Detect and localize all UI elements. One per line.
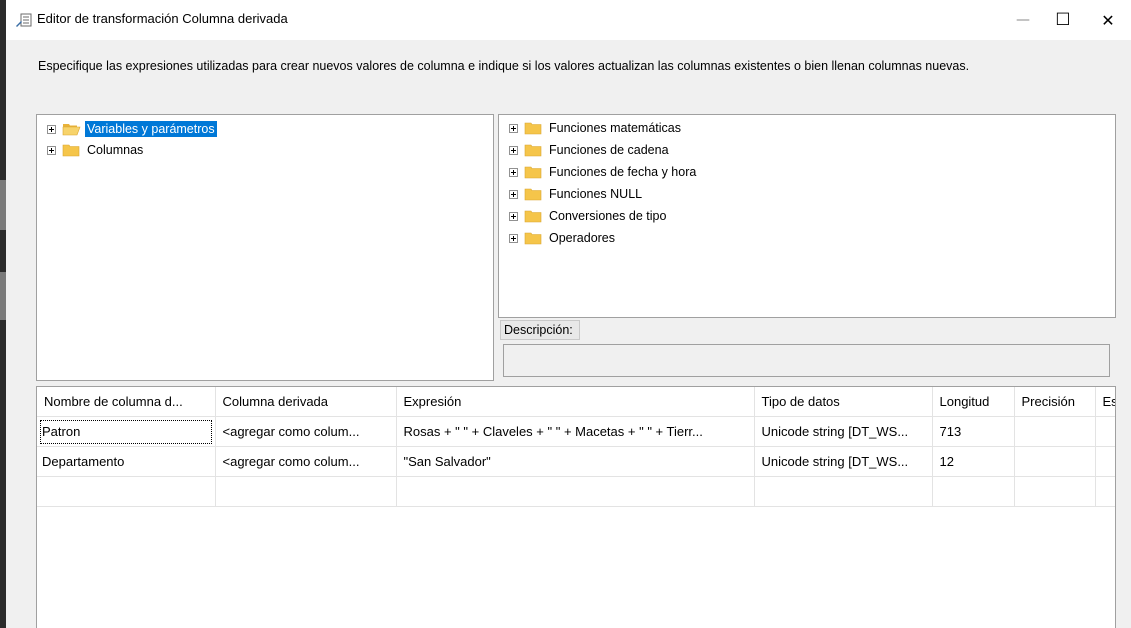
tree-item-string-functions[interactable]: Funciones de cadena xyxy=(509,140,671,160)
variables-columns-tree[interactable]: Variables y parámetros Columnas xyxy=(36,114,494,381)
description-label: Descripción: xyxy=(500,320,580,340)
cell-derived-column[interactable] xyxy=(215,476,397,507)
tree-item-type-casts[interactable]: Conversiones de tipo xyxy=(509,206,668,226)
tree-item-label: Funciones matemáticas xyxy=(549,121,682,135)
folder-icon xyxy=(524,210,542,223)
tree-item-operators[interactable]: Operadores xyxy=(509,228,617,248)
cell-datatype[interactable] xyxy=(754,476,933,507)
cell-scale[interactable] xyxy=(1095,476,1115,507)
column-header-scale[interactable]: Es xyxy=(1095,387,1115,417)
cell-precision[interactable] xyxy=(1014,416,1096,447)
folder-icon xyxy=(524,232,542,245)
folder-icon xyxy=(524,122,542,135)
table-row-empty[interactable] xyxy=(37,476,1115,507)
tree-item-label: Funciones NULL xyxy=(549,187,643,201)
table-row[interactable]: Patron <agregar como colum... Rosas + " … xyxy=(37,416,1115,447)
tree-item-variables[interactable]: Variables y parámetros xyxy=(47,119,217,139)
cell-length[interactable]: 713 xyxy=(932,416,1015,447)
app-icon xyxy=(16,13,32,27)
tree-item-label: Operadores xyxy=(549,231,616,245)
cell-expression[interactable] xyxy=(396,476,755,507)
cell-length[interactable] xyxy=(932,476,1015,507)
cell-scale[interactable] xyxy=(1095,416,1115,447)
open-folder-icon xyxy=(62,124,81,136)
column-header-name[interactable]: Nombre de columna d... xyxy=(37,387,216,417)
expand-icon[interactable] xyxy=(509,233,518,243)
folder-icon xyxy=(524,144,542,157)
maximize-button[interactable]: ☐ xyxy=(1040,0,1086,40)
instructions-text: Especifique las expresiones utilizadas p… xyxy=(38,59,970,73)
tree-item-label: Funciones de cadena xyxy=(549,143,669,157)
grid-header-row: Nombre de columna d... Columna derivada … xyxy=(37,387,1115,417)
expand-icon[interactable] xyxy=(509,189,518,199)
cell-precision[interactable] xyxy=(1014,476,1096,507)
tree-item-label: Conversiones de tipo xyxy=(549,209,667,223)
cell-length[interactable]: 12 xyxy=(932,446,1015,477)
cell-datatype[interactable]: Unicode string [DT_WS... xyxy=(754,446,933,477)
column-header-datatype[interactable]: Tipo de datos xyxy=(754,387,933,417)
expand-icon[interactable] xyxy=(509,123,518,133)
tree-item-label: Variables y parámetros xyxy=(85,121,217,137)
functions-tree[interactable]: Funciones matemáticas Funciones de caden… xyxy=(498,114,1116,318)
tree-item-label: Funciones de fecha y hora xyxy=(549,165,697,179)
description-box xyxy=(503,344,1110,377)
tree-item-null-functions[interactable]: Funciones NULL xyxy=(509,184,644,204)
tree-item-label: Columnas xyxy=(87,143,144,157)
window-title: Editor de transformación Columna derivad… xyxy=(37,11,288,26)
cell-precision[interactable] xyxy=(1014,446,1096,477)
column-header-length[interactable]: Longitud xyxy=(932,387,1015,417)
expand-icon[interactable] xyxy=(47,124,56,134)
cell-datatype[interactable]: Unicode string [DT_WS... xyxy=(754,416,933,447)
cell-expression[interactable]: "San Salvador" xyxy=(396,446,755,477)
close-button[interactable]: ✕ xyxy=(1085,0,1131,40)
derived-columns-grid[interactable]: Nombre de columna d... Columna derivada … xyxy=(36,386,1116,628)
cell-derived-column[interactable]: <agregar como colum... xyxy=(215,446,397,477)
column-header-expression[interactable]: Expresión xyxy=(396,387,755,417)
tree-item-columnas[interactable]: Columnas xyxy=(47,140,145,160)
edge-mark xyxy=(0,272,6,320)
cell-column-name[interactable]: Patron xyxy=(37,416,216,447)
cell-derived-column[interactable]: <agregar como colum... xyxy=(215,416,397,447)
folder-icon xyxy=(524,166,542,179)
tree-item-math-functions[interactable]: Funciones matemáticas xyxy=(509,118,683,138)
expand-icon[interactable] xyxy=(47,145,56,155)
edge-mark xyxy=(0,180,6,230)
column-header-derived[interactable]: Columna derivada xyxy=(215,387,397,417)
cell-column-name[interactable]: Departamento xyxy=(37,446,216,477)
tree-item-date-functions[interactable]: Funciones de fecha y hora xyxy=(509,162,698,182)
cell-expression[interactable]: Rosas + " " + Claveles + " " + Macetas +… xyxy=(396,416,755,447)
expand-icon[interactable] xyxy=(509,145,518,155)
cell-column-name[interactable] xyxy=(37,476,216,507)
cell-scale[interactable] xyxy=(1095,446,1115,477)
table-row[interactable]: Departamento <agregar como colum... "San… xyxy=(37,446,1115,477)
expand-icon[interactable] xyxy=(509,167,518,177)
folder-icon xyxy=(62,144,80,157)
expand-icon[interactable] xyxy=(509,211,518,221)
column-header-precision[interactable]: Precisión xyxy=(1014,387,1096,417)
folder-icon xyxy=(524,188,542,201)
